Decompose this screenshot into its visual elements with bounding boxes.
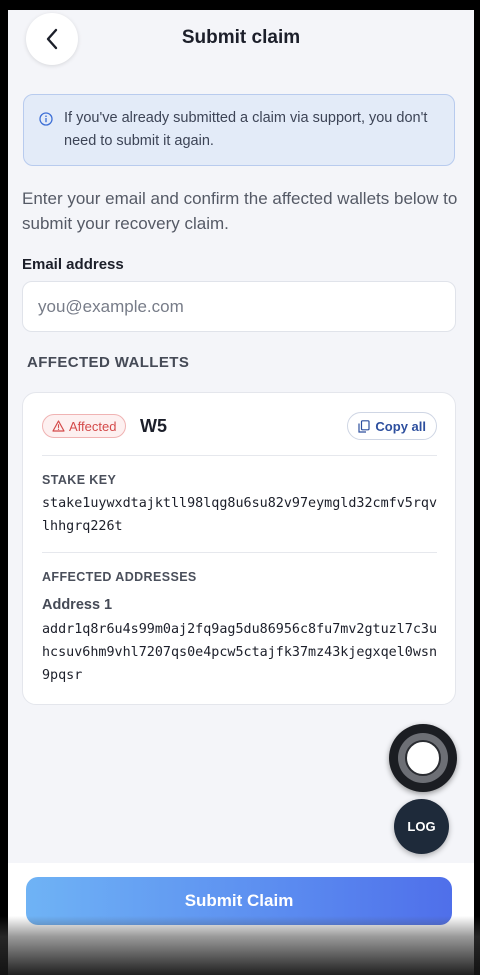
affected-wallets-heading: AFFECTED WALLETS xyxy=(27,354,190,371)
header: Submit claim xyxy=(8,10,474,70)
stake-key-value[interactable]: stake1uywxdtajktll98lqg8u6su82v97eymgld3… xyxy=(42,492,441,538)
warning-triangle-icon xyxy=(52,420,65,432)
copy-all-label: Copy all xyxy=(375,418,426,434)
email-label: Email address xyxy=(22,256,124,273)
affected-badge-label: Affected xyxy=(69,418,117,434)
address-value[interactable]: addr1q8r6u4s99m0aj2fq9ag5du86956c8fu7mv2… xyxy=(42,618,441,687)
email-field[interactable] xyxy=(22,281,456,332)
affected-addresses-label: AFFECTED ADDRESSES xyxy=(42,570,197,584)
address-label: Address 1 xyxy=(42,597,113,613)
copy-all-button[interactable]: Copy all xyxy=(347,412,437,440)
wallet-card: Affected W5 Copy all STAKE KEY stake1uyw… xyxy=(22,392,456,705)
bottom-overlay xyxy=(0,916,480,975)
stake-key-label: STAKE KEY xyxy=(42,473,117,487)
record-icon xyxy=(405,740,441,776)
divider xyxy=(42,455,437,456)
affected-badge: Affected xyxy=(42,414,127,438)
info-banner: If you've already submitted a claim via … xyxy=(23,94,455,166)
info-banner-text: If you've already submitted a claim via … xyxy=(64,110,428,149)
divider xyxy=(42,552,437,553)
copy-icon xyxy=(358,419,371,433)
intro-text: Enter your email and confirm the affecte… xyxy=(22,189,458,233)
info-icon xyxy=(39,112,53,126)
page-title: Submit claim xyxy=(181,27,301,48)
log-button[interactable]: LOG xyxy=(394,799,449,854)
record-button[interactable] xyxy=(389,724,457,792)
wallet-name: W5 xyxy=(140,416,167,436)
